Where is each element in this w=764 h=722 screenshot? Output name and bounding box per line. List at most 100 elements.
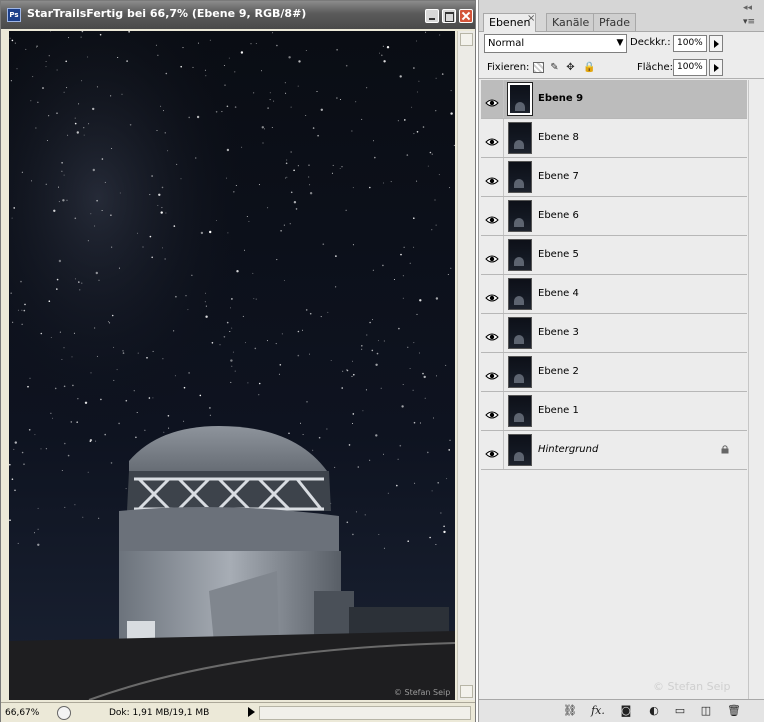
status-bar: 66,67% Dok: 1,91 MB/19,1 MB bbox=[1, 702, 475, 722]
layer-name[interactable]: Ebene 2 bbox=[538, 366, 579, 377]
lock-transparency-icon[interactable] bbox=[533, 62, 544, 73]
visibility-eye-icon[interactable] bbox=[485, 405, 499, 419]
layer-thumbnail[interactable] bbox=[507, 82, 533, 116]
layer-row[interactable]: Ebene 5 bbox=[481, 236, 747, 275]
status-menu-arrow-icon[interactable] bbox=[248, 707, 255, 717]
layer-name[interactable]: Ebene 8 bbox=[538, 132, 579, 143]
layer-thumbnail[interactable] bbox=[508, 161, 532, 193]
layer-thumbnail[interactable] bbox=[508, 239, 532, 271]
layer-row[interactable]: Ebene 9 bbox=[481, 80, 747, 119]
link-icon[interactable]: ⛓ bbox=[563, 704, 577, 718]
document-window: Ps StarTrailsFertig bei 66,7% (Ebene 9, … bbox=[0, 0, 476, 722]
divider bbox=[503, 353, 504, 391]
layer-name[interactable]: Ebene 6 bbox=[538, 210, 579, 221]
blend-mode-select[interactable]: Normal ▼ bbox=[484, 34, 627, 53]
tab-close-icon[interactable]: × bbox=[527, 13, 535, 24]
blend-row: Normal ▼ Deckkr.: 100% bbox=[479, 33, 764, 56]
opacity-slider-button[interactable] bbox=[709, 35, 723, 52]
visibility-eye-icon[interactable] bbox=[485, 132, 499, 146]
lock-all-padlock-icon[interactable]: 🔒 bbox=[583, 62, 595, 73]
layer-list: Ebene 9 Ebene 8 Ebene 7 Ebene 6 Ebene 5 Ebene… bbox=[481, 80, 747, 472]
layer-thumbnail[interactable] bbox=[508, 356, 532, 388]
folder-icon[interactable]: ▭ bbox=[673, 704, 687, 718]
visibility-eye-icon[interactable] bbox=[485, 210, 499, 224]
opacity-label: Deckkr.: bbox=[630, 37, 671, 48]
layer-row[interactable]: Ebene 1 bbox=[481, 392, 747, 431]
trash-icon[interactable]: 🗑 bbox=[727, 704, 741, 718]
scroll-down-button[interactable] bbox=[460, 685, 473, 698]
fill-label: Fläche: bbox=[637, 62, 674, 73]
horizontal-scrollbar[interactable] bbox=[259, 706, 471, 720]
panel-watermark: © Stefan Seip bbox=[653, 680, 731, 693]
vertical-scrollbar[interactable] bbox=[457, 31, 475, 700]
layer-row[interactable]: Hintergrund bbox=[481, 431, 747, 470]
observatory-night-photo: © Stefan Seip bbox=[9, 31, 455, 700]
layer-name[interactable]: Ebene 9 bbox=[538, 93, 583, 104]
new-layer-icon[interactable]: ◫ bbox=[699, 704, 713, 718]
layer-thumbnail[interactable] bbox=[508, 278, 532, 310]
layer-row[interactable]: Ebene 2 bbox=[481, 353, 747, 392]
mask-icon[interactable]: ◙ bbox=[619, 704, 633, 718]
layer-thumbnail[interactable] bbox=[508, 317, 532, 349]
panel-tab-bar: Ebenen × Kanäle Pfade ◂◂ ▾≡ bbox=[479, 0, 764, 32]
photoshop-icon: Ps bbox=[7, 8, 21, 22]
layer-row[interactable]: Ebene 7 bbox=[481, 158, 747, 197]
visibility-eye-icon[interactable] bbox=[485, 171, 499, 185]
maximize-button[interactable] bbox=[442, 9, 456, 23]
divider bbox=[503, 275, 504, 313]
lock-label: Fixieren: bbox=[487, 62, 530, 73]
layer-row[interactable]: Ebene 8 bbox=[481, 119, 747, 158]
visibility-eye-icon[interactable] bbox=[485, 93, 499, 107]
layer-thumbnail[interactable] bbox=[508, 200, 532, 232]
fill-field[interactable]: 100% bbox=[673, 59, 707, 76]
layer-name[interactable]: Ebene 4 bbox=[538, 288, 579, 299]
canvas-watermark: © Stefan Seip bbox=[394, 688, 450, 697]
lock-pixels-brush-icon[interactable]: ✎ bbox=[549, 62, 560, 73]
blend-mode-value: Normal bbox=[488, 38, 525, 49]
tab-kanaele[interactable]: Kanäle bbox=[546, 13, 596, 31]
divider bbox=[503, 314, 504, 352]
tab-pfade[interactable]: Pfade bbox=[593, 13, 636, 31]
visibility-eye-icon[interactable] bbox=[485, 366, 499, 380]
visibility-eye-icon[interactable] bbox=[485, 327, 499, 341]
layer-row[interactable]: Ebene 6 bbox=[481, 197, 747, 236]
layer-row[interactable]: Ebene 3 bbox=[481, 314, 747, 353]
panel-collapse-icon[interactable]: ◂◂ bbox=[743, 3, 752, 13]
lock-position-move-icon[interactable]: ✥ bbox=[565, 62, 576, 73]
image-canvas[interactable]: © Stefan Seip bbox=[9, 31, 455, 700]
layer-thumbnail[interactable] bbox=[508, 395, 532, 427]
panel-bottom-toolbar: ⛓ fx. ◙ ◐ ▭ ◫ 🗑 bbox=[479, 699, 764, 722]
layer-row[interactable]: Ebene 4 bbox=[481, 275, 747, 314]
divider bbox=[503, 80, 504, 118]
opacity-field[interactable]: 100% bbox=[673, 35, 707, 52]
layer-list-scrollbar[interactable] bbox=[748, 80, 763, 700]
close-window-button[interactable] bbox=[459, 9, 473, 23]
layer-name[interactable]: Ebene 5 bbox=[538, 249, 579, 260]
divider bbox=[503, 236, 504, 274]
adjustment-icon[interactable]: ◐ bbox=[647, 704, 661, 718]
status-info-icon[interactable] bbox=[57, 706, 71, 720]
zoom-field[interactable]: 66,67% bbox=[5, 706, 49, 720]
layer-name[interactable]: Ebene 7 bbox=[538, 171, 579, 182]
fill-slider-button[interactable] bbox=[709, 59, 723, 76]
minimize-button[interactable] bbox=[425, 9, 439, 23]
chevron-down-icon: ▼ bbox=[616, 38, 624, 48]
layer-name[interactable]: Ebene 3 bbox=[538, 327, 579, 338]
layer-name[interactable]: Hintergrund bbox=[538, 444, 598, 455]
lock-row: Fixieren: ✎ ✥ 🔒 Fläche: 100% bbox=[479, 57, 764, 79]
document-title: StarTrailsFertig bei 66,7% (Ebene 9, RGB… bbox=[27, 7, 307, 20]
layer-thumbnail[interactable] bbox=[508, 122, 532, 154]
visibility-eye-icon[interactable] bbox=[485, 288, 499, 302]
scroll-up-button[interactable] bbox=[460, 33, 473, 46]
document-size-info: Dok: 1,91 MB/19,1 MB bbox=[109, 708, 210, 718]
fx-icon[interactable]: fx. bbox=[591, 704, 605, 718]
panel-menu-icon[interactable]: ▾≡ bbox=[743, 17, 755, 27]
layer-thumbnail[interactable] bbox=[508, 434, 532, 466]
visibility-eye-icon[interactable] bbox=[485, 444, 499, 458]
document-titlebar[interactable]: Ps StarTrailsFertig bei 66,7% (Ebene 9, … bbox=[1, 1, 475, 29]
divider bbox=[503, 197, 504, 235]
layer-name[interactable]: Ebene 1 bbox=[538, 405, 579, 416]
divider bbox=[503, 119, 504, 157]
divider bbox=[503, 431, 504, 469]
visibility-eye-icon[interactable] bbox=[485, 249, 499, 263]
